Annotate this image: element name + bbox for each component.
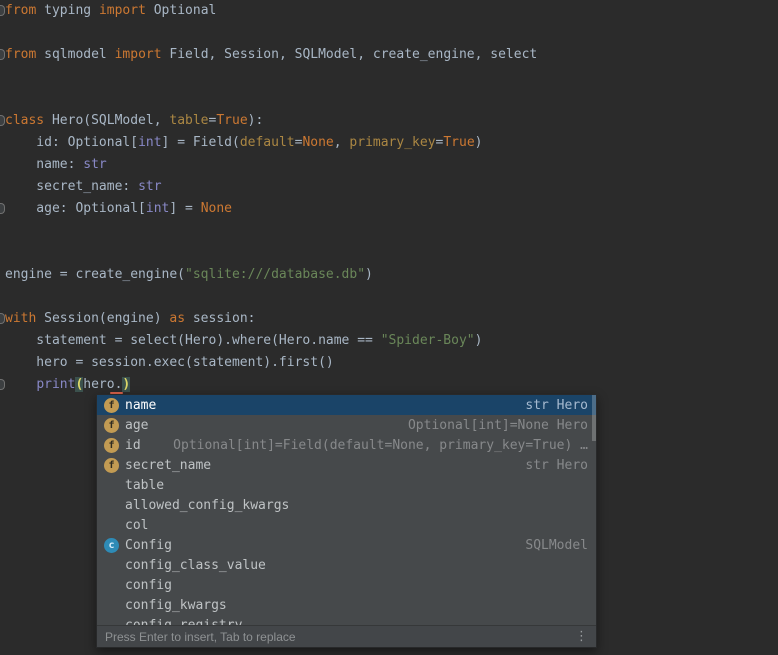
completion-type-hint: str Hero — [525, 458, 588, 473]
completion-label: age — [125, 418, 148, 433]
code-line[interactable] — [5, 286, 778, 308]
code-line[interactable]: with Session(engine) as session: — [5, 308, 778, 330]
field-icon: f — [104, 438, 119, 453]
completion-label: allowed_config_kwargs — [125, 498, 289, 513]
code-line[interactable] — [5, 66, 778, 88]
completion-label: config — [125, 578, 172, 593]
completion-label: secret_name — [125, 458, 211, 473]
code-line[interactable]: from typing import Optional — [5, 0, 778, 22]
code-line[interactable]: from sqlmodel import Field, Session, SQL… — [5, 44, 778, 66]
completion-label: name — [125, 398, 156, 413]
completion-label: config_registry — [125, 618, 242, 626]
more-options-icon[interactable]: ⋮ — [575, 629, 588, 644]
completion-item[interactable]: col — [97, 515, 596, 535]
code-line[interactable] — [5, 88, 778, 110]
icon-spacer — [104, 478, 119, 493]
completion-item[interactable]: allowed_config_kwargs — [97, 495, 596, 515]
field-icon: f — [104, 398, 119, 413]
completion-item[interactable]: fage Optional[int]=None Hero — [97, 415, 596, 435]
icon-spacer — [104, 518, 119, 533]
completion-item[interactable]: config_class_value — [97, 555, 596, 575]
completion-item[interactable]: c Config SQLModel — [97, 535, 596, 555]
completion-item[interactable]: config_registry — [97, 615, 596, 625]
completion-item[interactable]: config_kwargs — [97, 595, 596, 615]
code-editor[interactable]: from typing import Optional from sqlmode… — [0, 0, 778, 655]
field-icon: f — [104, 418, 119, 433]
code-line[interactable] — [5, 242, 778, 264]
completion-item[interactable]: config — [97, 575, 596, 595]
icon-spacer — [104, 618, 119, 626]
completion-type-hint: Optional[int]=None Hero — [408, 418, 588, 433]
popup-footer: Press Enter to insert, Tab to replace ⋮ — [97, 625, 596, 647]
autocomplete-popup: fnamestr HerofageOptional[int]=None Hero… — [96, 394, 597, 648]
completion-label: config_class_value — [125, 558, 266, 573]
completion-item[interactable]: f secret_name str Hero — [97, 455, 596, 475]
completion-label: config_kwargs — [125, 598, 227, 613]
completion-label: col — [125, 518, 148, 533]
completion-type-hint: SQLModel — [525, 538, 588, 553]
code-line[interactable]: age: Optional[int] = None — [5, 198, 778, 220]
icon-spacer — [104, 598, 119, 613]
icon-spacer — [104, 558, 119, 573]
completion-item[interactable]: table — [97, 475, 596, 495]
icon-spacer — [104, 578, 119, 593]
code-line[interactable]: name: str — [5, 154, 778, 176]
code-line[interactable]: statement = select(Hero).where(Hero.name… — [5, 330, 778, 352]
code-line[interactable] — [5, 220, 778, 242]
code-line[interactable]: hero = session.exec(statement).first() — [5, 352, 778, 374]
popup-footer-hint: Press Enter to insert, Tab to replace — [105, 630, 296, 644]
completion-label: Config — [125, 538, 172, 553]
field-icon: f — [104, 458, 119, 473]
code-line[interactable]: id: Optional[int] = Field(default=None, … — [5, 132, 778, 154]
completion-item[interactable]: fname str Hero — [97, 395, 596, 415]
code-line[interactable] — [5, 22, 778, 44]
completion-list: fnamestr HerofageOptional[int]=None Hero… — [97, 395, 596, 625]
completion-label: table — [125, 478, 164, 493]
completion-type-hint: Optional[int]=Field(default=None, primar… — [173, 438, 588, 453]
code-line[interactable]: engine = create_engine("sqlite:///databa… — [5, 264, 778, 286]
code-line[interactable]: secret_name: str — [5, 176, 778, 198]
completion-type-hint: str Hero — [525, 398, 588, 413]
completion-item[interactable]: fid Optional[int]=Field(default=None, pri… — [97, 435, 596, 455]
completion-label: id — [125, 438, 141, 453]
icon-spacer — [104, 498, 119, 513]
class-icon: c — [104, 538, 119, 553]
code-line[interactable]: class Hero(SQLModel, table=True): — [5, 110, 778, 132]
popup-scrollbar[interactable] — [592, 395, 596, 441]
